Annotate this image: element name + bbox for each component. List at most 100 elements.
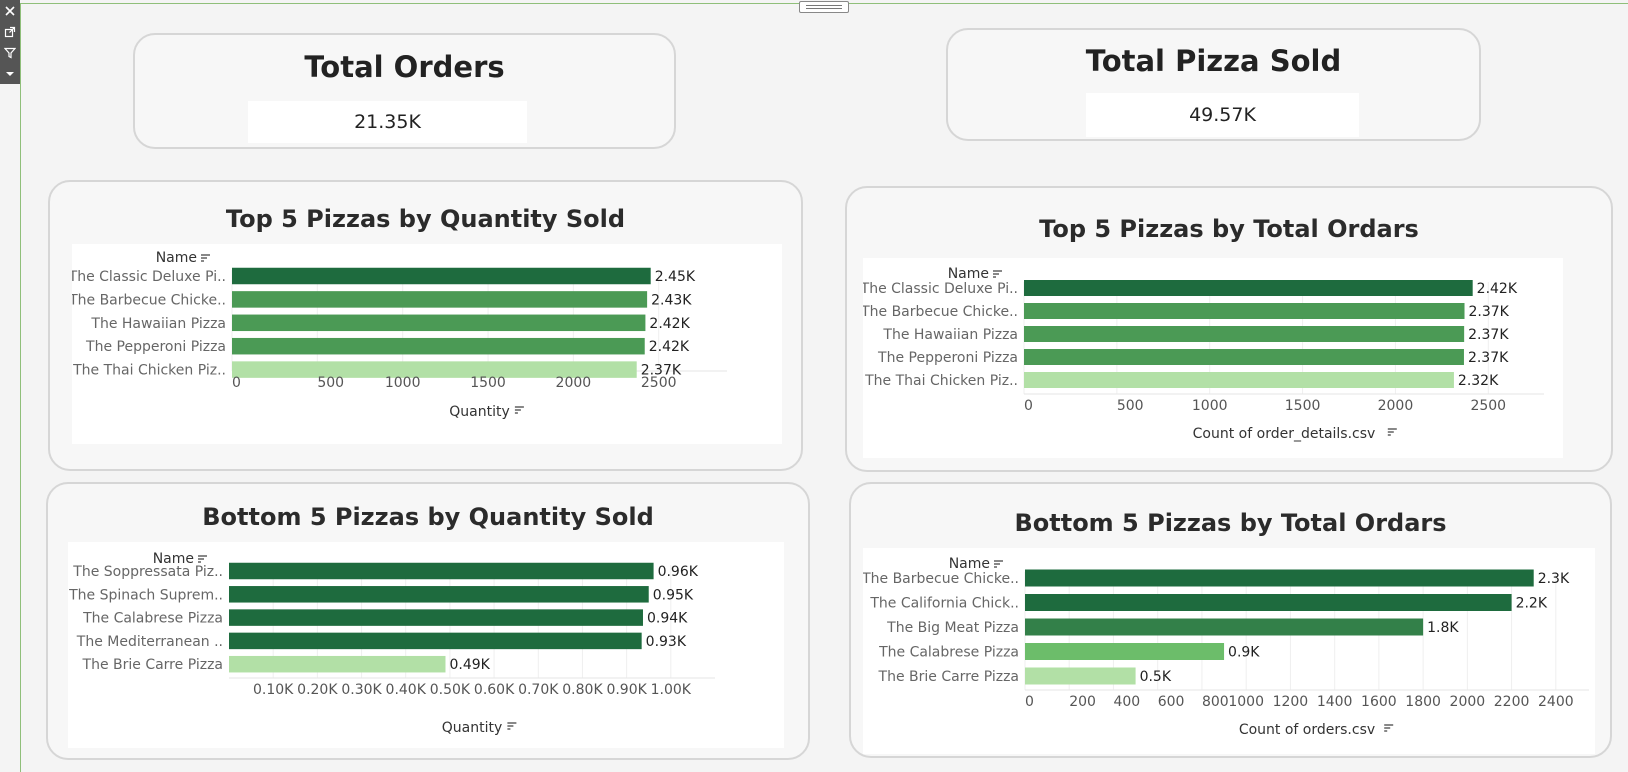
- bar[interactable]: [229, 562, 654, 580]
- category-label[interactable]: The Brie Carre Pizza: [82, 657, 223, 673]
- bar[interactable]: [229, 609, 643, 626]
- tick-label: 0.70K: [518, 682, 559, 698]
- tick-label: 500: [1117, 398, 1144, 414]
- bar[interactable]: [232, 314, 646, 332]
- category-label[interactable]: The Soppressata Piz..: [72, 564, 223, 580]
- tick-label: 2000: [1450, 694, 1486, 710]
- category-label[interactable]: The Classic Deluxe Pi..: [860, 281, 1018, 297]
- bar[interactable]: [232, 267, 651, 285]
- kpi-card-total-pizza-sold: Total Pizza Sold 49.57K: [946, 28, 1481, 141]
- category-label[interactable]: The Pepperoni Pizza: [85, 339, 226, 355]
- data-label: 2.3K: [1538, 571, 1570, 587]
- sort-icon[interactable]: [201, 254, 210, 262]
- chart-area: Name The Classic Deluxe Pi.. 2.45K The Barb…: [68, 244, 782, 444]
- category-label[interactable]: The Calabrese Pizza: [878, 645, 1019, 661]
- bar-chart-bottom5-quantity: NameThe Soppressata Piz.. 0.96KThe Spinac…: [68, 551, 715, 736]
- tick-label: 0.60K: [474, 682, 515, 698]
- bar[interactable]: [229, 586, 649, 603]
- sort-icon[interactable]: [198, 555, 207, 563]
- category-label[interactable]: The California Chick..: [869, 596, 1019, 612]
- category-label[interactable]: The Barbecue Chicke..: [68, 292, 226, 308]
- tick-label: 2500: [641, 375, 677, 391]
- bar[interactable]: [229, 632, 642, 650]
- tick-label: 2400: [1538, 694, 1574, 710]
- bar[interactable]: [1024, 303, 1465, 319]
- bar[interactable]: [1024, 372, 1454, 388]
- data-label: 0.94K: [647, 611, 688, 627]
- tick-label: 400: [1113, 694, 1140, 710]
- tick-label: 2000: [556, 375, 592, 391]
- kpi-card-total-orders: Total Orders 21.35K: [133, 33, 676, 149]
- bar[interactable]: [1025, 594, 1512, 611]
- sort-icon[interactable]: [514, 406, 524, 414]
- tick-label: 1000: [1192, 398, 1228, 414]
- tick-label: 600: [1158, 694, 1185, 710]
- bar[interactable]: [232, 291, 648, 308]
- chart-area: Name The Barbecue Chicke.. 2.3K The Califor…: [861, 548, 1595, 754]
- sort-icon[interactable]: [1384, 724, 1394, 732]
- chart-title: Bottom 5 Pizzas by Total Ordars: [1014, 509, 1447, 537]
- bar[interactable]: [1025, 643, 1225, 660]
- axis-title: Quantity: [449, 404, 510, 420]
- tick-label: 0: [1025, 694, 1034, 710]
- axis-title: Count of orders.csv: [1239, 722, 1375, 738]
- category-label[interactable]: The Brie Carre Pizza: [878, 669, 1019, 685]
- tick-label: 1800: [1405, 694, 1441, 710]
- category-label[interactable]: The Pepperoni Pizza: [877, 350, 1018, 366]
- sort-icon[interactable]: [994, 560, 1003, 568]
- bar-chart-top5-orders: NameThe Classic Deluxe Pi.. 2.42K The Barb…: [860, 266, 1544, 442]
- tick-label: 2500: [1470, 398, 1506, 414]
- data-label: 2.32K: [1458, 373, 1499, 389]
- category-label[interactable]: The Big Meat Pizza: [886, 620, 1019, 636]
- tick-label: 1.00K: [651, 682, 692, 698]
- dropdown-icon[interactable]: [0, 63, 20, 84]
- bar[interactable]: [1025, 569, 1534, 587]
- category-label[interactable]: The Barbecue Chicke..: [860, 304, 1018, 320]
- tick-label: 0: [232, 375, 241, 391]
- category-label[interactable]: The Thai Chicken Piz..: [72, 363, 226, 379]
- kpi-title: Total Pizza Sold: [1085, 44, 1342, 78]
- category-label[interactable]: The Barbecue Chicke..: [861, 571, 1019, 587]
- bar[interactable]: [1024, 349, 1464, 365]
- category-label[interactable]: The Hawaiian Pizza: [90, 316, 226, 332]
- bar[interactable]: [1024, 326, 1465, 342]
- data-label: 0.95K: [653, 587, 694, 603]
- floating-toolbar: [0, 0, 20, 84]
- category-label[interactable]: The Spinach Suprem..: [68, 587, 223, 603]
- bar[interactable]: [229, 655, 446, 673]
- kpi-value: 49.57K: [1086, 93, 1359, 137]
- tick-label: 0.40K: [386, 682, 427, 698]
- sort-icon[interactable]: [993, 270, 1002, 278]
- sort-icon[interactable]: [507, 722, 517, 730]
- sort-icon[interactable]: [1387, 428, 1397, 436]
- data-label: 2.37K: [1469, 304, 1510, 320]
- tick-label: 1200: [1273, 694, 1309, 710]
- category-label[interactable]: The Thai Chicken Piz..: [864, 373, 1018, 389]
- chart-card-top5-orders: Top 5 Pizzas by Total Ordars Name The Cla…: [845, 186, 1613, 472]
- filter-icon[interactable]: [0, 42, 20, 63]
- tick-label: 2000: [1378, 398, 1414, 414]
- data-label: 0.96K: [658, 564, 699, 580]
- bar[interactable]: [1024, 280, 1473, 296]
- tick-label: 1000: [385, 375, 421, 391]
- category-label[interactable]: The Classic Deluxe Pi..: [68, 269, 226, 285]
- tick-label: 0.10K: [253, 682, 294, 698]
- category-label[interactable]: The Mediterranean ..: [76, 634, 223, 650]
- chart-title: Top 5 Pizzas by Quantity Sold: [225, 205, 626, 233]
- resize-handle[interactable]: [799, 1, 849, 13]
- tick-label: 2200: [1494, 694, 1530, 710]
- bar[interactable]: [232, 337, 645, 355]
- bar[interactable]: [1025, 618, 1424, 636]
- chart-title: Top 5 Pizzas by Total Ordars: [1039, 215, 1419, 243]
- dashboard-frame-left: [20, 4, 21, 772]
- bar[interactable]: [1025, 667, 1136, 685]
- tick-label: 0.30K: [341, 682, 382, 698]
- category-label[interactable]: The Hawaiian Pizza: [882, 327, 1018, 343]
- chart-area: Name The Classic Deluxe Pi.. 2.42K The Barb…: [860, 258, 1563, 458]
- chart-card-bottom5-orders: Bottom 5 Pizzas by Total Ordars Name The …: [849, 482, 1612, 758]
- data-label: 2.42K: [649, 316, 690, 332]
- close-icon[interactable]: [0, 0, 20, 21]
- tick-label: 0.50K: [430, 682, 471, 698]
- popout-icon[interactable]: [0, 21, 20, 42]
- category-label[interactable]: The Calabrese Pizza: [82, 611, 223, 627]
